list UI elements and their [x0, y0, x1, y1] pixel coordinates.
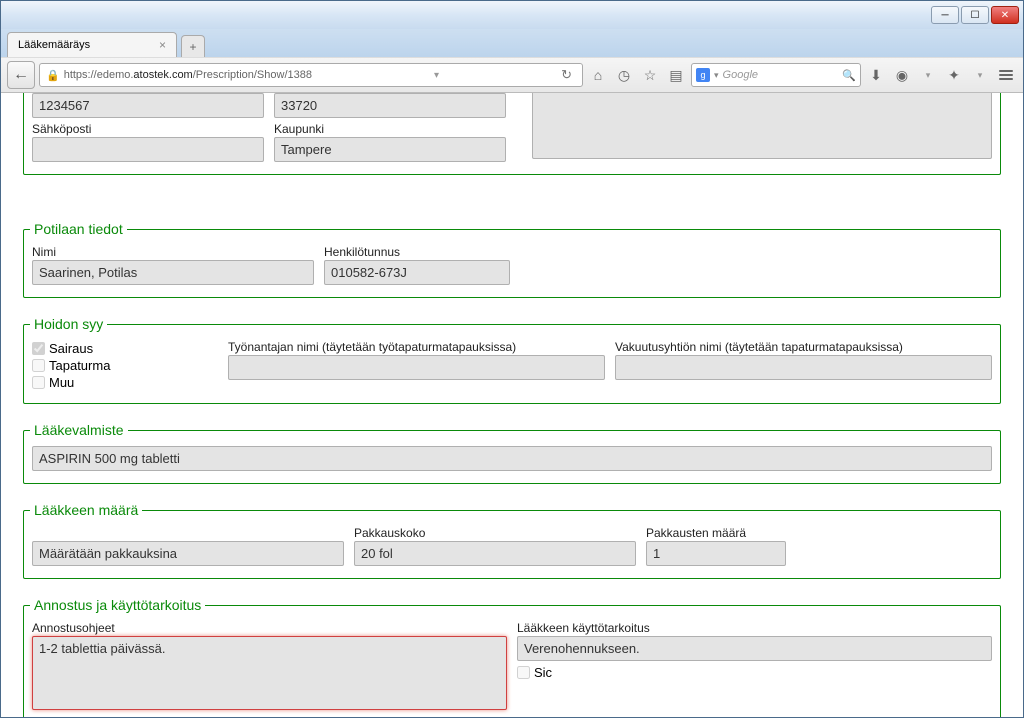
menu-icon[interactable]: [995, 64, 1017, 86]
window-titlebar: ─ ☐ ✕: [1, 1, 1023, 29]
city-value: Tampere: [274, 137, 506, 162]
browser-window: ─ ☐ ✕ Lääkemääräys × + ← 🔒 https://edemo…: [0, 0, 1024, 718]
browser-tab[interactable]: Lääkemääräys ×: [7, 32, 177, 57]
search-icon[interactable]: 🔍: [842, 69, 856, 82]
pack-size-value: 20 fol: [354, 541, 636, 566]
extension-icon[interactable]: ✦: [943, 64, 965, 86]
minimize-button[interactable]: ─: [931, 6, 959, 24]
insurance-value: [615, 355, 992, 380]
patient-name-value: Saarinen, Potilas: [32, 260, 314, 285]
reload-icon[interactable]: ↻: [561, 67, 572, 83]
toolbar-dropdown-icon-2[interactable]: ▾: [969, 64, 991, 86]
employer-value: [228, 355, 605, 380]
url-path: /Prescription/Show/1388: [193, 69, 312, 81]
reason-sickness-checkbox[interactable]: Sairaus: [32, 341, 218, 356]
close-button[interactable]: ✕: [991, 6, 1019, 24]
reason-accident-label: Tapaturma: [49, 358, 110, 373]
page-scroll[interactable]: 1234567 33720 Sähköposti Kaupunki Tamper…: [1, 93, 1023, 717]
page-content: 1234567 33720 Sähköposti Kaupunki Tamper…: [1, 93, 1023, 717]
reason-other-label: Muu: [49, 375, 74, 390]
instructions-value: 1-2 tablettia päivässä.: [32, 636, 507, 710]
url-prefix: https://edemo.: [64, 69, 134, 81]
employer-label: Työnantajan nimi (täytetään työtapaturma…: [228, 340, 605, 354]
email-label: Sähköposti: [32, 122, 264, 136]
search-placeholder: Google: [723, 69, 758, 81]
pack-size-label: Pakkauskoko: [354, 526, 636, 540]
patient-section: Potilaan tiedot Nimi Saarinen, Potilas H…: [23, 221, 1001, 298]
url-domain: atostek.com: [133, 69, 192, 81]
sic-label: Sic: [534, 665, 552, 680]
new-tab-button[interactable]: +: [181, 35, 205, 57]
browser-toolbar: ← 🔒 https://edemo.atostek.com/Prescripti…: [1, 57, 1023, 93]
city-label: Kaupunki: [274, 122, 506, 136]
medicine-legend: Lääkevalmiste: [30, 422, 128, 438]
pack-count-value: 1: [646, 541, 786, 566]
history-icon[interactable]: ◷: [613, 64, 635, 86]
pack-count-label: Pakkausten määrä: [646, 526, 786, 540]
prescriber-section: 1234567 33720 Sähköposti Kaupunki Tamper…: [23, 93, 1001, 175]
tab-strip: Lääkemääräys × +: [1, 29, 1023, 57]
reader-icon[interactable]: ▤: [665, 64, 687, 86]
side-textarea: [532, 93, 992, 159]
purpose-value: Verenohennukseen.: [517, 636, 992, 661]
postal-value: 33720: [274, 93, 506, 118]
google-badge-icon: g: [696, 68, 710, 82]
maximize-button[interactable]: ☐: [961, 6, 989, 24]
email-value: [32, 137, 264, 162]
reason-sickness-label: Sairaus: [49, 341, 93, 356]
sic-checkbox[interactable]: Sic: [517, 665, 992, 680]
reason-accident-checkbox[interactable]: Tapaturma: [32, 358, 218, 373]
insurance-label: Vakuutusyhtiön nimi (täytetään tapaturma…: [615, 340, 992, 354]
patient-ssn-label: Henkilötunnus: [324, 245, 510, 259]
amount-legend: Lääkkeen määrä: [30, 502, 142, 518]
download-icon[interactable]: ⬇: [865, 64, 887, 86]
reason-legend: Hoidon syy: [30, 316, 107, 332]
dosage-section: Annostus ja käyttötarkoitus Annostusohje…: [23, 597, 1001, 717]
tab-close-icon[interactable]: ×: [157, 38, 168, 52]
address-bar[interactable]: 🔒 https://edemo.atostek.com/Prescription…: [39, 63, 583, 87]
amount-method-label: [32, 526, 344, 540]
lock-icon: 🔒: [46, 69, 60, 82]
tab-title: Lääkemääräys: [18, 39, 90, 51]
bookmark-star-icon[interactable]: ☆: [639, 64, 661, 86]
reason-other-checkbox[interactable]: Muu: [32, 375, 218, 390]
toolbar-dropdown-icon[interactable]: ▾: [917, 64, 939, 86]
reason-section: Hoidon syy Sairaus Tapaturma Muu Työnant…: [23, 316, 1001, 404]
amount-method-value: Määrätään pakkauksina: [32, 541, 344, 566]
patient-legend: Potilaan tiedot: [30, 221, 127, 237]
patient-ssn-value: 010582-673J: [324, 260, 510, 285]
purpose-label: Lääkkeen käyttötarkoitus: [517, 621, 992, 635]
dropdown-icon[interactable]: ▾: [434, 70, 439, 81]
medicine-value: ASPIRIN 500 mg tabletti: [32, 446, 992, 471]
medicine-section: Lääkevalmiste ASPIRIN 500 mg tabletti: [23, 422, 1001, 484]
amount-section: Lääkkeen määrä Määrätään pakkauksina Pak…: [23, 502, 1001, 579]
phone-value: 1234567: [32, 93, 264, 118]
search-dropdown-icon[interactable]: ▾: [714, 70, 719, 81]
patient-name-label: Nimi: [32, 245, 314, 259]
home-icon[interactable]: ⌂: [587, 64, 609, 86]
addon-icon[interactable]: ◉: [891, 64, 913, 86]
search-bar[interactable]: g ▾ Google 🔍: [691, 63, 861, 87]
instructions-label: Annostusohjeet: [32, 621, 507, 635]
back-button[interactable]: ←: [7, 61, 35, 89]
dosage-legend: Annostus ja käyttötarkoitus: [30, 597, 205, 613]
